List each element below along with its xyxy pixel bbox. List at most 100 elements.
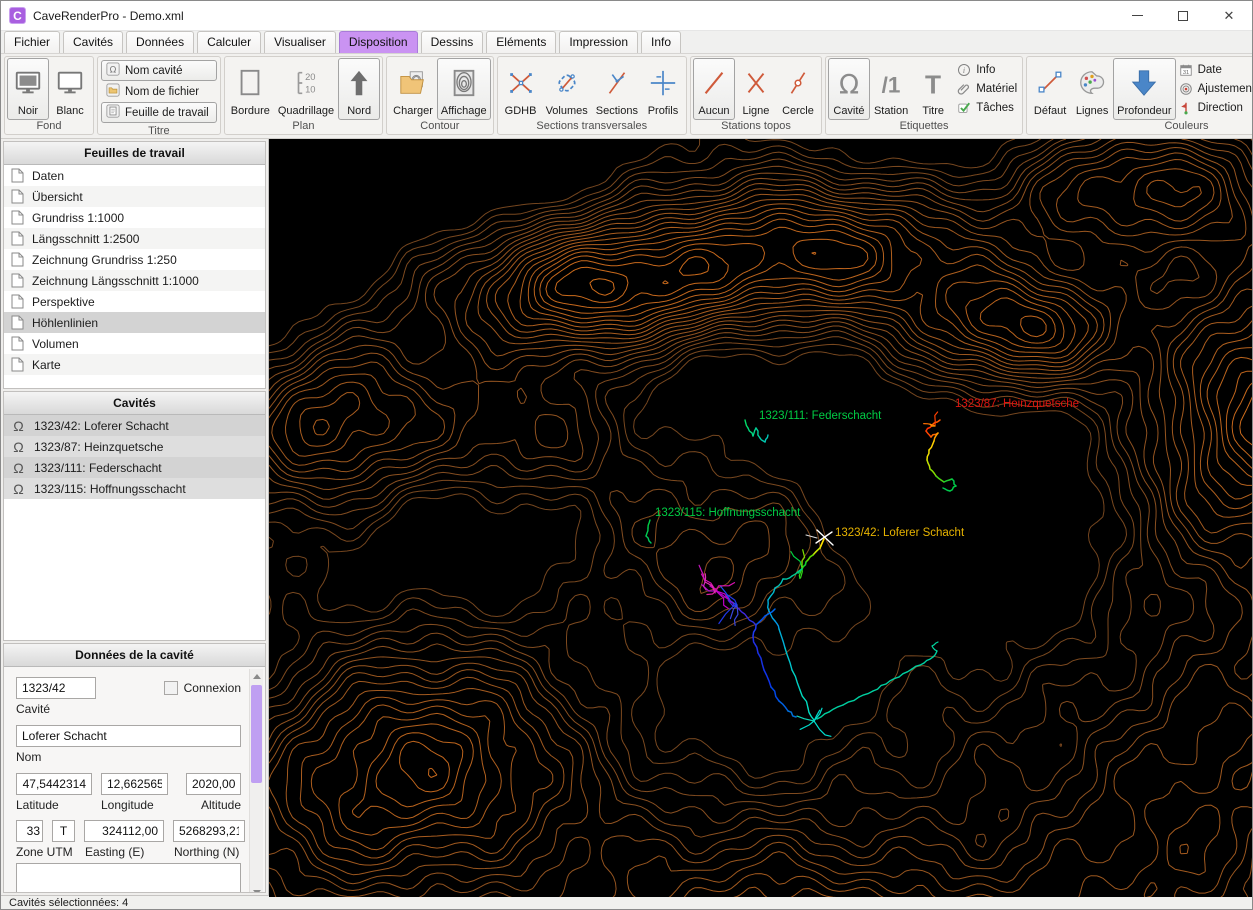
tab-cavit-s[interactable]: Cavités [63, 31, 124, 53]
svg-text:Ω: Ω [839, 70, 859, 98]
worksheet-item-daten[interactable]: Daten [4, 165, 265, 186]
paperclip-icon [957, 82, 971, 96]
ribbon-small-info[interactable]: i Info [957, 63, 1017, 77]
worksheet-item-label: Höhlenlinien [32, 315, 99, 330]
maximize-button[interactable] [1160, 1, 1206, 30]
document-icon [11, 357, 24, 372]
ribbon-button-station[interactable]: /1 Station [870, 58, 912, 120]
document-icon [11, 294, 24, 309]
tab-info[interactable]: Info [641, 31, 682, 53]
worksheet-item-volumen[interactable]: Volumen [4, 333, 265, 354]
ribbon-button-label: Blanc [56, 105, 84, 117]
ribbon-toggle-label: Feuille de travail [125, 106, 209, 119]
ribbon-toggle-nom-cavit[interactable]: Ω Nom cavité [101, 60, 217, 81]
ribbon-button-nord[interactable]: Nord [338, 58, 381, 120]
connection-checkbox[interactable] [163, 681, 178, 695]
tab-dessins[interactable]: Dessins [420, 31, 484, 53]
border-rect-icon [235, 61, 265, 105]
ribbon-small-date[interactable]: 31 Date [1179, 63, 1252, 77]
tab-visualiser[interactable]: Visualiser [264, 31, 336, 53]
worksheet-item-zeichnung-l-ngsschnitt-1-1000[interactable]: Zeichnung Längsschnitt 1:1000 [4, 270, 265, 291]
worksheet-item-zeichnung-grundriss-1-250[interactable]: Zeichnung Grundriss 1:250 [4, 249, 265, 270]
cavity-number-input[interactable] [16, 677, 96, 699]
ribbon-button-profondeur[interactable]: Profondeur [1113, 58, 1176, 120]
utm-zone-input[interactable] [16, 820, 43, 842]
ribbon-button-volumes[interactable]: Volumes [542, 58, 592, 120]
ribbon-button-noir[interactable]: Noir [7, 58, 49, 120]
calendar-icon: 31 [1179, 63, 1193, 77]
ribbon-button-sections[interactable]: Sections [592, 58, 642, 120]
ribbon-button-label: Lignes [1075, 105, 1109, 117]
task-check-icon [957, 101, 971, 115]
notes-field[interactable] [16, 863, 241, 892]
ribbon-button-ligne[interactable]: Ligne [735, 58, 777, 120]
close-button[interactable]: ✕ [1206, 1, 1252, 30]
ribbon-toggle-label: Nom cavité [125, 64, 183, 77]
worksheet-item-l-ngsschnitt-1-2500[interactable]: Längsschnitt 1:2500 [4, 228, 265, 249]
ribbon-button-label: Bordure [230, 105, 270, 117]
cavity-item-1323-87-heinzquetsche[interactable]: Ω 1323/87: Heinzquetsche [4, 436, 265, 457]
ribbon-button-bordure[interactable]: Bordure [227, 58, 274, 120]
cavity-item-1323-115-hoffnungsschacht[interactable]: Ω 1323/115: Hoffnungsschacht [4, 478, 265, 499]
ribbon-small-direction[interactable]: Direction [1179, 101, 1252, 115]
ribbon-button-cavit[interactable]: Ω Cavité [827, 58, 870, 120]
scrollbar-thumb[interactable] [251, 685, 262, 783]
cavity-name-input[interactable] [16, 725, 241, 747]
cavity-data-header: Données de la cavité [4, 644, 265, 667]
ribbon-button-label: Station [873, 105, 909, 117]
scroll-up-icon[interactable] [250, 669, 264, 683]
altitude-input[interactable] [186, 773, 241, 795]
ribbon-button-quadrillage[interactable]: 20 10 Quadrillage [274, 58, 338, 120]
cavity-data-form: Connexion Cavité Nom Latitude Longitude [4, 667, 265, 892]
ribbon-button-cercle[interactable]: Cercle [777, 58, 819, 120]
ribbon-button-profils[interactable]: Profils [642, 58, 684, 120]
cavity-item-1323-42-loferer-schacht[interactable]: Ω 1323/42: Loferer Schacht [4, 415, 265, 436]
utm-band-input[interactable] [52, 820, 75, 842]
minimize-button[interactable] [1114, 1, 1160, 30]
info-icon: i [957, 63, 971, 77]
ribbon-toggle-feuille-de-travail[interactable]: Feuille de travail [101, 102, 217, 123]
ribbon-button-aucun[interactable]: Aucun [692, 58, 735, 120]
ribbon-small-t-ches[interactable]: Tâches [957, 101, 1017, 115]
tab-impression[interactable]: Impression [559, 31, 639, 53]
ribbon-small-ajustement[interactable]: Ajustement [1179, 82, 1252, 96]
worksheet-item-h-hlenlinien[interactable]: Höhlenlinien [4, 312, 265, 333]
ribbon-button-lignes[interactable]: Lignes [1071, 58, 1113, 120]
worksheets-header: Feuilles de travail [4, 142, 265, 165]
ribbon-button-titre[interactable]: T Titre [912, 58, 954, 120]
easting-input[interactable] [84, 820, 164, 842]
map-view[interactable]: 1323/111: Federschacht 1323/87: Heinzquet… [269, 139, 1253, 897]
northing-input[interactable] [173, 820, 245, 842]
ribbon-button-charger[interactable]: Charger [389, 58, 437, 120]
ribbon-small-mat-riel[interactable]: Matériel [957, 82, 1017, 96]
worksheet-item-perspektive[interactable]: Perspektive [4, 291, 265, 312]
tab-calculer[interactable]: Calculer [197, 31, 262, 53]
ribbon-button-gdhb[interactable]: GDHB [500, 58, 542, 120]
ribbon-group-couleurs: Défaut Lignes Profondeur 31 Date Ajustement Di… [1026, 56, 1252, 135]
cavity-item-1323-111-federschacht[interactable]: Ω 1323/111: Federschacht [4, 457, 265, 478]
ribbon-toggle-nom-de-fichier[interactable]: Nom de fichier [101, 81, 217, 102]
app-window: C CaveRenderPro - Demo.xml ✕ Fichier Cavi… [0, 0, 1253, 910]
ribbon-button-blanc[interactable]: Blanc [49, 58, 91, 120]
svg-text:20: 20 [305, 72, 315, 82]
worksheet-item-label: Zeichnung Grundriss 1:250 [32, 252, 177, 267]
ribbon-group-titre: Ω Nom cavité Nom de fichier Feuille de trav… [97, 56, 221, 137]
terrain-3d-canvas[interactable]: 1323/111: Federschacht 1323/87: Heinzquet… [269, 139, 1253, 897]
document-icon [11, 336, 24, 351]
cavity-data-scrollbar[interactable] [249, 669, 264, 892]
tab-fichier[interactable]: Fichier [4, 31, 61, 53]
sections-icon [602, 61, 632, 105]
ribbon-button-d-faut[interactable]: Défaut [1029, 58, 1071, 120]
latitude-input[interactable] [16, 773, 92, 795]
tab-el-ments[interactable]: Eléments [486, 31, 557, 53]
worksheet-item-karte[interactable]: Karte [4, 354, 265, 375]
ribbon-button-label: Titre [922, 105, 945, 117]
ribbon-group-contour: Charger Affichage Contour [386, 56, 494, 135]
longitude-input[interactable] [101, 773, 168, 795]
worksheet-item-grundriss-1-1000[interactable]: Grundriss 1:1000 [4, 207, 265, 228]
ribbon-button-affichage[interactable]: Affichage [436, 58, 491, 120]
tab-disposition[interactable]: Disposition [338, 31, 418, 53]
tab-donn-es[interactable]: Données [126, 31, 195, 53]
worksheet-item-bersicht[interactable]: Übersicht [4, 186, 265, 207]
scroll-down-icon[interactable] [250, 885, 264, 892]
